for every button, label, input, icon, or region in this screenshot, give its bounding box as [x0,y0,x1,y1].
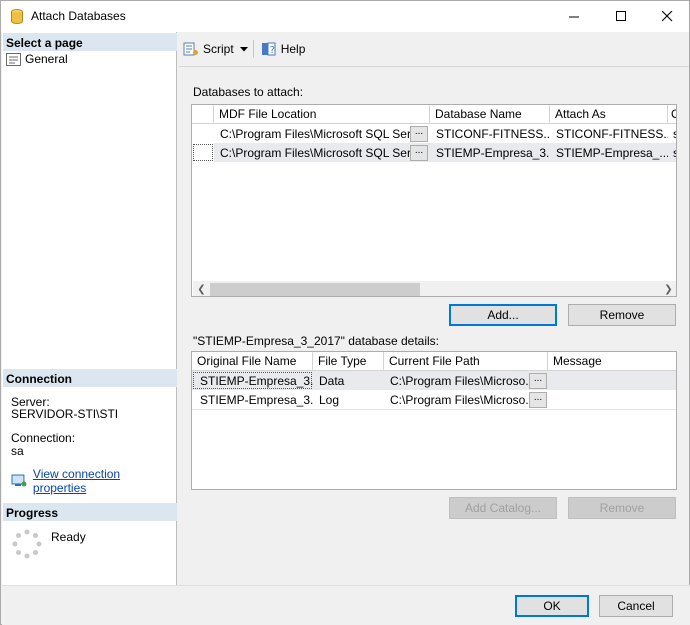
attach-row-1-mdf[interactable]: C:\Program Files\Microsoft SQL Ser... [214,124,410,143]
view-connection-properties-link[interactable]: View connection properties [11,467,176,495]
script-dropdown-button[interactable] [238,38,250,60]
progress-status: Ready [51,530,86,544]
attach-row-1-attach-as[interactable]: STICONF-FITNESS... [550,124,668,143]
toolbar-separator [252,40,254,58]
page-item-general[interactable]: General [6,52,68,66]
script-button[interactable]: Script [179,38,238,60]
database-icon [11,9,23,24]
remove-file-button[interactable]: Remove [568,497,676,519]
attach-row-1-database-name[interactable]: STICONF-FITNESS... [430,124,550,143]
attach-row-2-owner[interactable]: s [668,143,676,162]
details-row-1-message [548,371,676,390]
toolbar: Script ? Help [179,35,679,63]
column-header-mdf-location[interactable]: MDF File Location [214,105,430,124]
cancel-button[interactable]: Cancel [599,595,673,617]
attach-databases-window: Attach Databases Select a page General C… [0,0,690,625]
chevron-down-icon [239,46,248,51]
column-header-attach-as[interactable]: Attach As [550,105,668,124]
add-button-label: Add... [487,308,519,322]
scrollbar-thumb[interactable] [210,283,420,296]
details-row-1-type[interactable]: Data [313,371,384,390]
attach-row-2-database-name[interactable]: STIEMP-Empresa_3... [430,143,550,162]
details-row-1-path[interactable]: C:\Program Files\Microso... [384,371,528,390]
window-title: Attach Databases [31,9,126,23]
close-button[interactable] [644,1,690,32]
column-header-current-file-path[interactable]: Current File Path [384,352,548,371]
database-details-grid: Original File Name File Type Current Fil… [191,351,677,490]
toolbar-divider [179,66,689,67]
maximize-icon [615,11,626,21]
details-row-2-name[interactable]: STIEMP-Empresa_3... [194,390,313,409]
column-header-owner[interactable]: O [668,105,676,124]
add-catalog-button[interactable]: Add Catalog... [449,497,557,519]
column-header-database-name[interactable]: Database Name [430,105,550,124]
attach-row-2-browse-button[interactable]: ... [410,145,428,161]
script-icon [183,42,198,56]
cancel-label: Cancel [617,599,655,613]
attach-row-1-browse-button[interactable]: ... [410,126,428,142]
connection-heading: Connection [3,369,177,387]
scroll-right-icon[interactable]: ❯ [660,281,676,296]
attach-row-1-owner[interactable]: s [668,124,676,143]
minimize-button[interactable] [551,1,597,32]
details-row-1-name[interactable]: STIEMP-Empresa_3... [194,371,313,390]
remove-database-label: Remove [599,308,645,322]
close-icon [661,11,672,22]
attach-row-2-attach-as[interactable]: STIEMP-Empresa_... [550,143,668,162]
row-header-column [192,105,214,124]
details-row-1-browse-button[interactable]: ... [529,373,547,389]
ok-button[interactable]: OK [515,595,589,617]
help-label: Help [280,42,306,56]
script-label: Script [203,42,234,56]
progress-spinner-icon [12,529,42,559]
help-icon: ? [261,42,276,56]
details-row-2-path[interactable]: C:\Program Files\Microso... [384,390,528,409]
column-header-file-type[interactable]: File Type [313,352,384,371]
add-button[interactable]: Add... [449,304,557,326]
remove-file-label: Remove [599,501,645,515]
database-details-label: "STIEMP-Empresa_3_2017" database details… [193,334,439,348]
databases-to-attach-label: Databases to attach: [193,85,304,99]
connection-value: sa [11,444,24,458]
title-bar: Attach Databases [1,1,689,32]
column-header-message[interactable]: Message [548,352,676,371]
select-page-heading: Select a page [3,33,177,51]
details-row-2-type[interactable]: Log [313,390,384,409]
scroll-left-icon[interactable]: ❮ [193,281,210,296]
svg-text:?: ? [269,45,274,56]
databases-to-attach-grid: MDF File Location Database Name Attach A… [191,104,677,297]
details-row-2-browse-button[interactable]: ... [529,392,547,408]
left-panel: Select a page General Connection Server:… [2,32,177,585]
column-header-original-file-name[interactable]: Original File Name [192,352,313,371]
remove-database-button[interactable]: Remove [568,304,676,326]
progress-heading: Progress [3,503,177,521]
server-value: SERVIDOR-STI\STI [11,407,119,421]
view-connection-properties-label: View connection properties [32,467,121,495]
add-catalog-label: Add Catalog... [464,501,542,515]
attach-row-2-mdf[interactable]: C:\Program Files\Microsoft SQL Ser... [214,143,410,162]
maximize-button[interactable] [598,1,644,32]
horizontal-scrollbar[interactable]: ❮ ❯ [193,281,676,296]
page-icon [6,52,21,66]
ok-label: OK [543,599,561,613]
page-item-label: General [25,52,68,66]
details-row-2-message [548,390,676,409]
minimize-icon [568,16,579,18]
connection-properties-icon [11,474,27,487]
attach-row-2-selector[interactable] [193,144,213,161]
help-button[interactable]: ? Help [257,38,310,60]
details-row-divider [192,409,676,410]
